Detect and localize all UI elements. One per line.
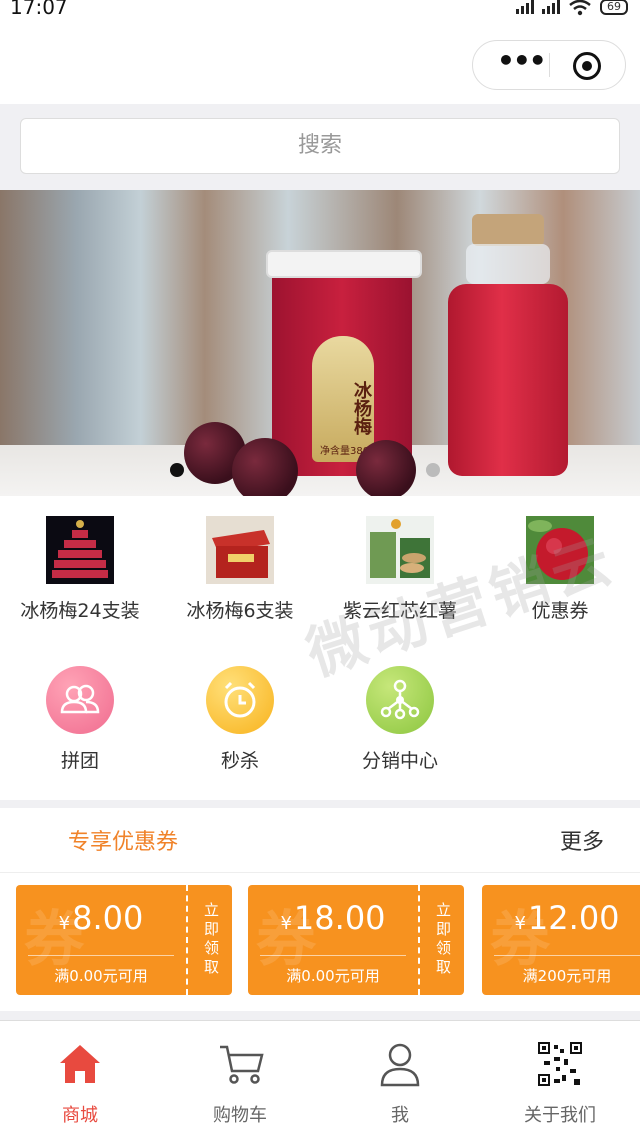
tab-bar: 商城 购物车 我 关于我们 [0,1020,640,1139]
tab-label: 购物车 [213,1105,267,1126]
tab-label: 关于我们 [524,1105,596,1126]
category-label: 冰杨梅6支装 [186,600,294,622]
feature-label: 拼团 [60,750,99,772]
coupon-card[interactable]: 券 ¥8.00 满0.00元可用 立即领取 [16,885,232,995]
bayberry-image [356,440,416,496]
feature-label: 分销中心 [361,750,438,772]
banner-bottle-image [448,214,568,476]
signal-icon [516,0,534,14]
coupon-card[interactable]: 券 ¥18.00 满0.00元可用 立即领取 [248,885,464,995]
carousel-dot-active[interactable] [170,463,184,477]
coupon-condition: 满0.00元可用 [54,967,148,985]
tab-label: 商城 [62,1105,98,1126]
coupon-section-header: 专享优惠券 更多 [0,808,640,873]
bayberry-image [232,438,298,496]
banner-carousel[interactable]: 冰杨梅 净含量380 [0,190,640,496]
feature-item-group-buy[interactable]: 拼团 [0,666,160,773]
tab-cart[interactable]: 购物车 [160,1041,320,1127]
section-divider [0,800,640,808]
coupon-amount: ¥18.00 [280,899,386,937]
coupon-card[interactable]: 券 ¥12.00 满200元可用 [482,885,640,995]
signal-icon [542,0,560,14]
tab-mall[interactable]: 商城 [0,1041,160,1127]
coupon-line [494,955,640,956]
section-divider [0,1011,640,1020]
coupon-amount: ¥8.00 [58,899,144,937]
search-area: 搜索 [0,104,640,190]
tab-label: 我 [391,1105,409,1126]
tab-me[interactable]: 我 [320,1041,480,1127]
coupon-section-title: 专享优惠券 [68,830,179,855]
more-menu-icon[interactable]: ••• [497,47,547,79]
nav-header: ••• [0,22,640,104]
capsule-divider [549,53,550,77]
miniprogram-capsule: ••• [472,40,626,90]
coupon-condition: 满200元可用 [522,967,612,985]
home-icon [50,1041,110,1087]
claim-coupon-button[interactable]: 立即领取 [186,885,232,995]
coupon-list[interactable]: 券 ¥8.00 满0.00元可用 立即领取 券 ¥18.00 满0.00元可用 … [0,873,640,1011]
alarm-clock-icon [206,666,274,734]
cart-icon [210,1041,270,1087]
more-link[interactable]: 更多 [560,824,604,856]
group-icon [46,666,114,734]
carousel-dot[interactable] [426,463,440,477]
status-bar: 17:07 69 [0,0,640,22]
coupon-condition: 满0.00元可用 [286,967,380,985]
category-thumb [46,516,114,584]
category-item[interactable]: 冰杨梅6支装 [160,516,320,623]
network-icon [366,666,434,734]
category-thumb [206,516,274,584]
wifi-icon [569,0,591,16]
category-label: 冰杨梅24支装 [20,600,140,622]
claim-coupon-button[interactable]: 立即领取 [418,885,464,995]
user-icon [370,1041,430,1087]
tab-about-us[interactable]: 关于我们 [480,1041,640,1127]
close-target-icon[interactable] [573,52,601,80]
status-time: 17:07 [10,0,68,19]
qr-code-icon [530,1041,590,1087]
battery-indicator: 69 [600,0,628,15]
coupon-amount: ¥12.00 [514,899,620,937]
feature-label: 秒杀 [220,750,259,772]
category-item[interactable]: 冰杨梅24支装 [0,516,160,623]
search-input[interactable]: 搜索 [20,118,620,174]
feature-item-flash-sale[interactable]: 秒杀 [160,666,320,773]
coupon-line [28,955,174,956]
coupon-line [260,955,406,956]
